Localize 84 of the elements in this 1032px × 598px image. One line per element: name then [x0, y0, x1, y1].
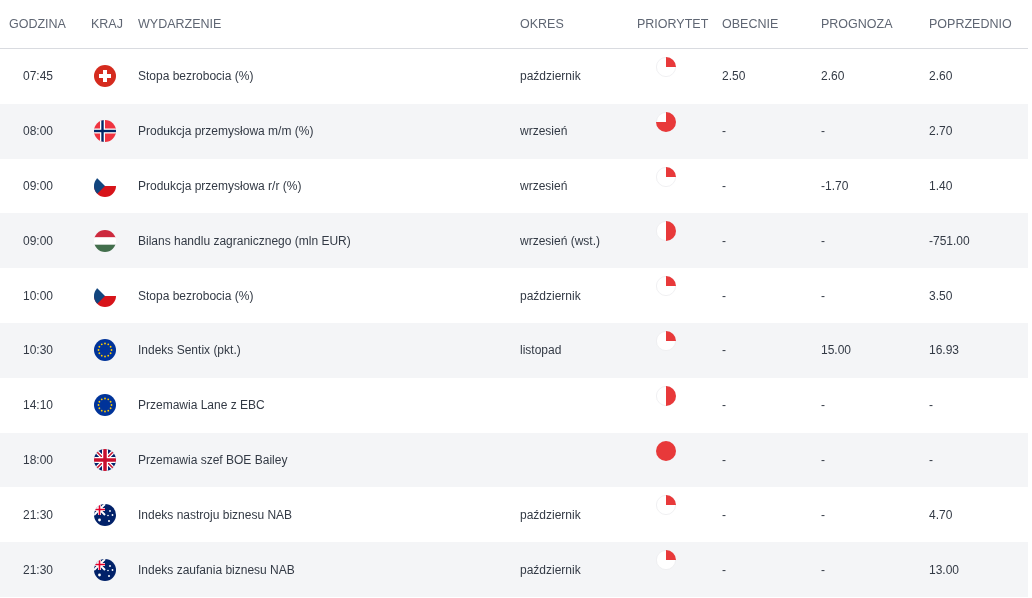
- event-period: wrzesień: [520, 124, 568, 139]
- previous-value: 16.93: [929, 343, 960, 358]
- flag-icon: [94, 503, 116, 526]
- actual-value: -: [722, 343, 726, 358]
- event-name: Indeks nastroju biznesu NAB: [138, 507, 293, 522]
- flag-icon: [94, 558, 116, 581]
- column-header: POPRZEDNIO: [929, 17, 1012, 31]
- flag-icon: [94, 339, 116, 362]
- event-time: 21:30: [22, 562, 54, 577]
- priority-pie-icon: [656, 331, 676, 351]
- actual-value: 2.50: [722, 69, 746, 84]
- column-header: KRAJ: [91, 17, 123, 31]
- event-period: październik: [520, 288, 581, 303]
- event-time: 07:45: [22, 69, 54, 84]
- previous-value: 3.50: [929, 288, 953, 303]
- event-name: Produkcja przemysłowa r/r (%): [138, 179, 302, 193]
- event-period: październik: [520, 507, 581, 522]
- event-period: listopad: [520, 343, 562, 358]
- column-header: PROGNOZA: [821, 17, 893, 31]
- previous-value: -: [929, 452, 933, 467]
- previous-value: -: [929, 398, 933, 413]
- event-time: 08:00: [22, 124, 54, 139]
- priority-pie-icon: [656, 440, 676, 461]
- forecast-value: -: [821, 233, 825, 248]
- actual-value: -: [722, 562, 726, 577]
- event-period: październik: [520, 69, 581, 84]
- event-name: Bilans handlu zagranicznego (mln EUR): [138, 233, 351, 248]
- event-name: Indeks zaufania biznesu NAB: [138, 562, 295, 577]
- previous-value: 4.70: [929, 507, 953, 522]
- actual-value: -: [722, 233, 726, 248]
- forecast-value: -1.70: [821, 179, 849, 193]
- priority-pie-icon: [656, 57, 676, 77]
- forecast-value: -: [821, 124, 825, 139]
- event-period: wrzesień: [520, 179, 568, 193]
- event-time: 10:00: [22, 288, 54, 303]
- priority-pie-icon: [656, 166, 676, 187]
- priority-pie-icon: [656, 221, 676, 242]
- event-period: wrzesień (wst.): [520, 233, 600, 248]
- priority-pie-icon: [656, 495, 676, 516]
- flag-icon: [94, 448, 116, 471]
- event-time: 18:00: [22, 452, 54, 467]
- flag-icon: [94, 120, 116, 143]
- event-name: Przemawia Lane z EBC: [138, 398, 265, 413]
- event-time: 21:30: [22, 507, 54, 522]
- event-name: Indeks Sentix (pkt.): [138, 343, 241, 358]
- previous-value: 2.70: [929, 124, 953, 139]
- previous-value: 1.40: [929, 179, 953, 193]
- forecast-value: -: [821, 507, 825, 522]
- event-name: Produkcja przemysłowa m/m (%): [138, 124, 314, 139]
- flag-icon: [94, 65, 116, 88]
- event-time: 14:10: [22, 398, 54, 413]
- forecast-value: -: [821, 452, 825, 467]
- actual-value: -: [722, 452, 726, 467]
- forecast-value: 2.60: [821, 69, 845, 84]
- column-header: OKRES: [520, 17, 564, 31]
- actual-value: -: [722, 288, 726, 303]
- forecast-value: -: [821, 398, 825, 413]
- flag-icon: [94, 229, 116, 252]
- actual-value: -: [722, 124, 726, 139]
- previous-value: -751.00: [929, 233, 970, 248]
- event-time: 10:30: [22, 343, 54, 358]
- actual-value: -: [722, 179, 726, 193]
- previous-value: 2.60: [929, 69, 953, 84]
- event-name: Przemawia szef BOE Bailey: [138, 452, 288, 467]
- flag-icon: [94, 394, 116, 417]
- priority-pie-icon: [656, 111, 676, 132]
- priority-pie-icon: [656, 550, 676, 571]
- actual-value: -: [722, 398, 726, 413]
- forecast-value: 15.00: [821, 343, 852, 358]
- previous-value: 13.00: [929, 562, 960, 577]
- column-header: PRIORYTET: [637, 17, 709, 31]
- column-header: OBECNIE: [722, 17, 779, 31]
- event-name: Stopa bezrobocia (%): [138, 288, 254, 303]
- event-period: październik: [520, 562, 581, 577]
- event-time: 09:00: [22, 233, 54, 248]
- forecast-value: -: [821, 288, 825, 303]
- actual-value: -: [722, 507, 726, 522]
- event-time: 09:00: [22, 179, 54, 193]
- priority-pie-icon: [656, 276, 676, 297]
- forecast-value: -: [821, 562, 825, 577]
- column-header: GODZINA: [9, 17, 66, 31]
- column-header: WYDARZENIE: [138, 17, 222, 31]
- priority-pie-icon: [656, 385, 676, 406]
- event-name: Stopa bezrobocia (%): [138, 69, 254, 84]
